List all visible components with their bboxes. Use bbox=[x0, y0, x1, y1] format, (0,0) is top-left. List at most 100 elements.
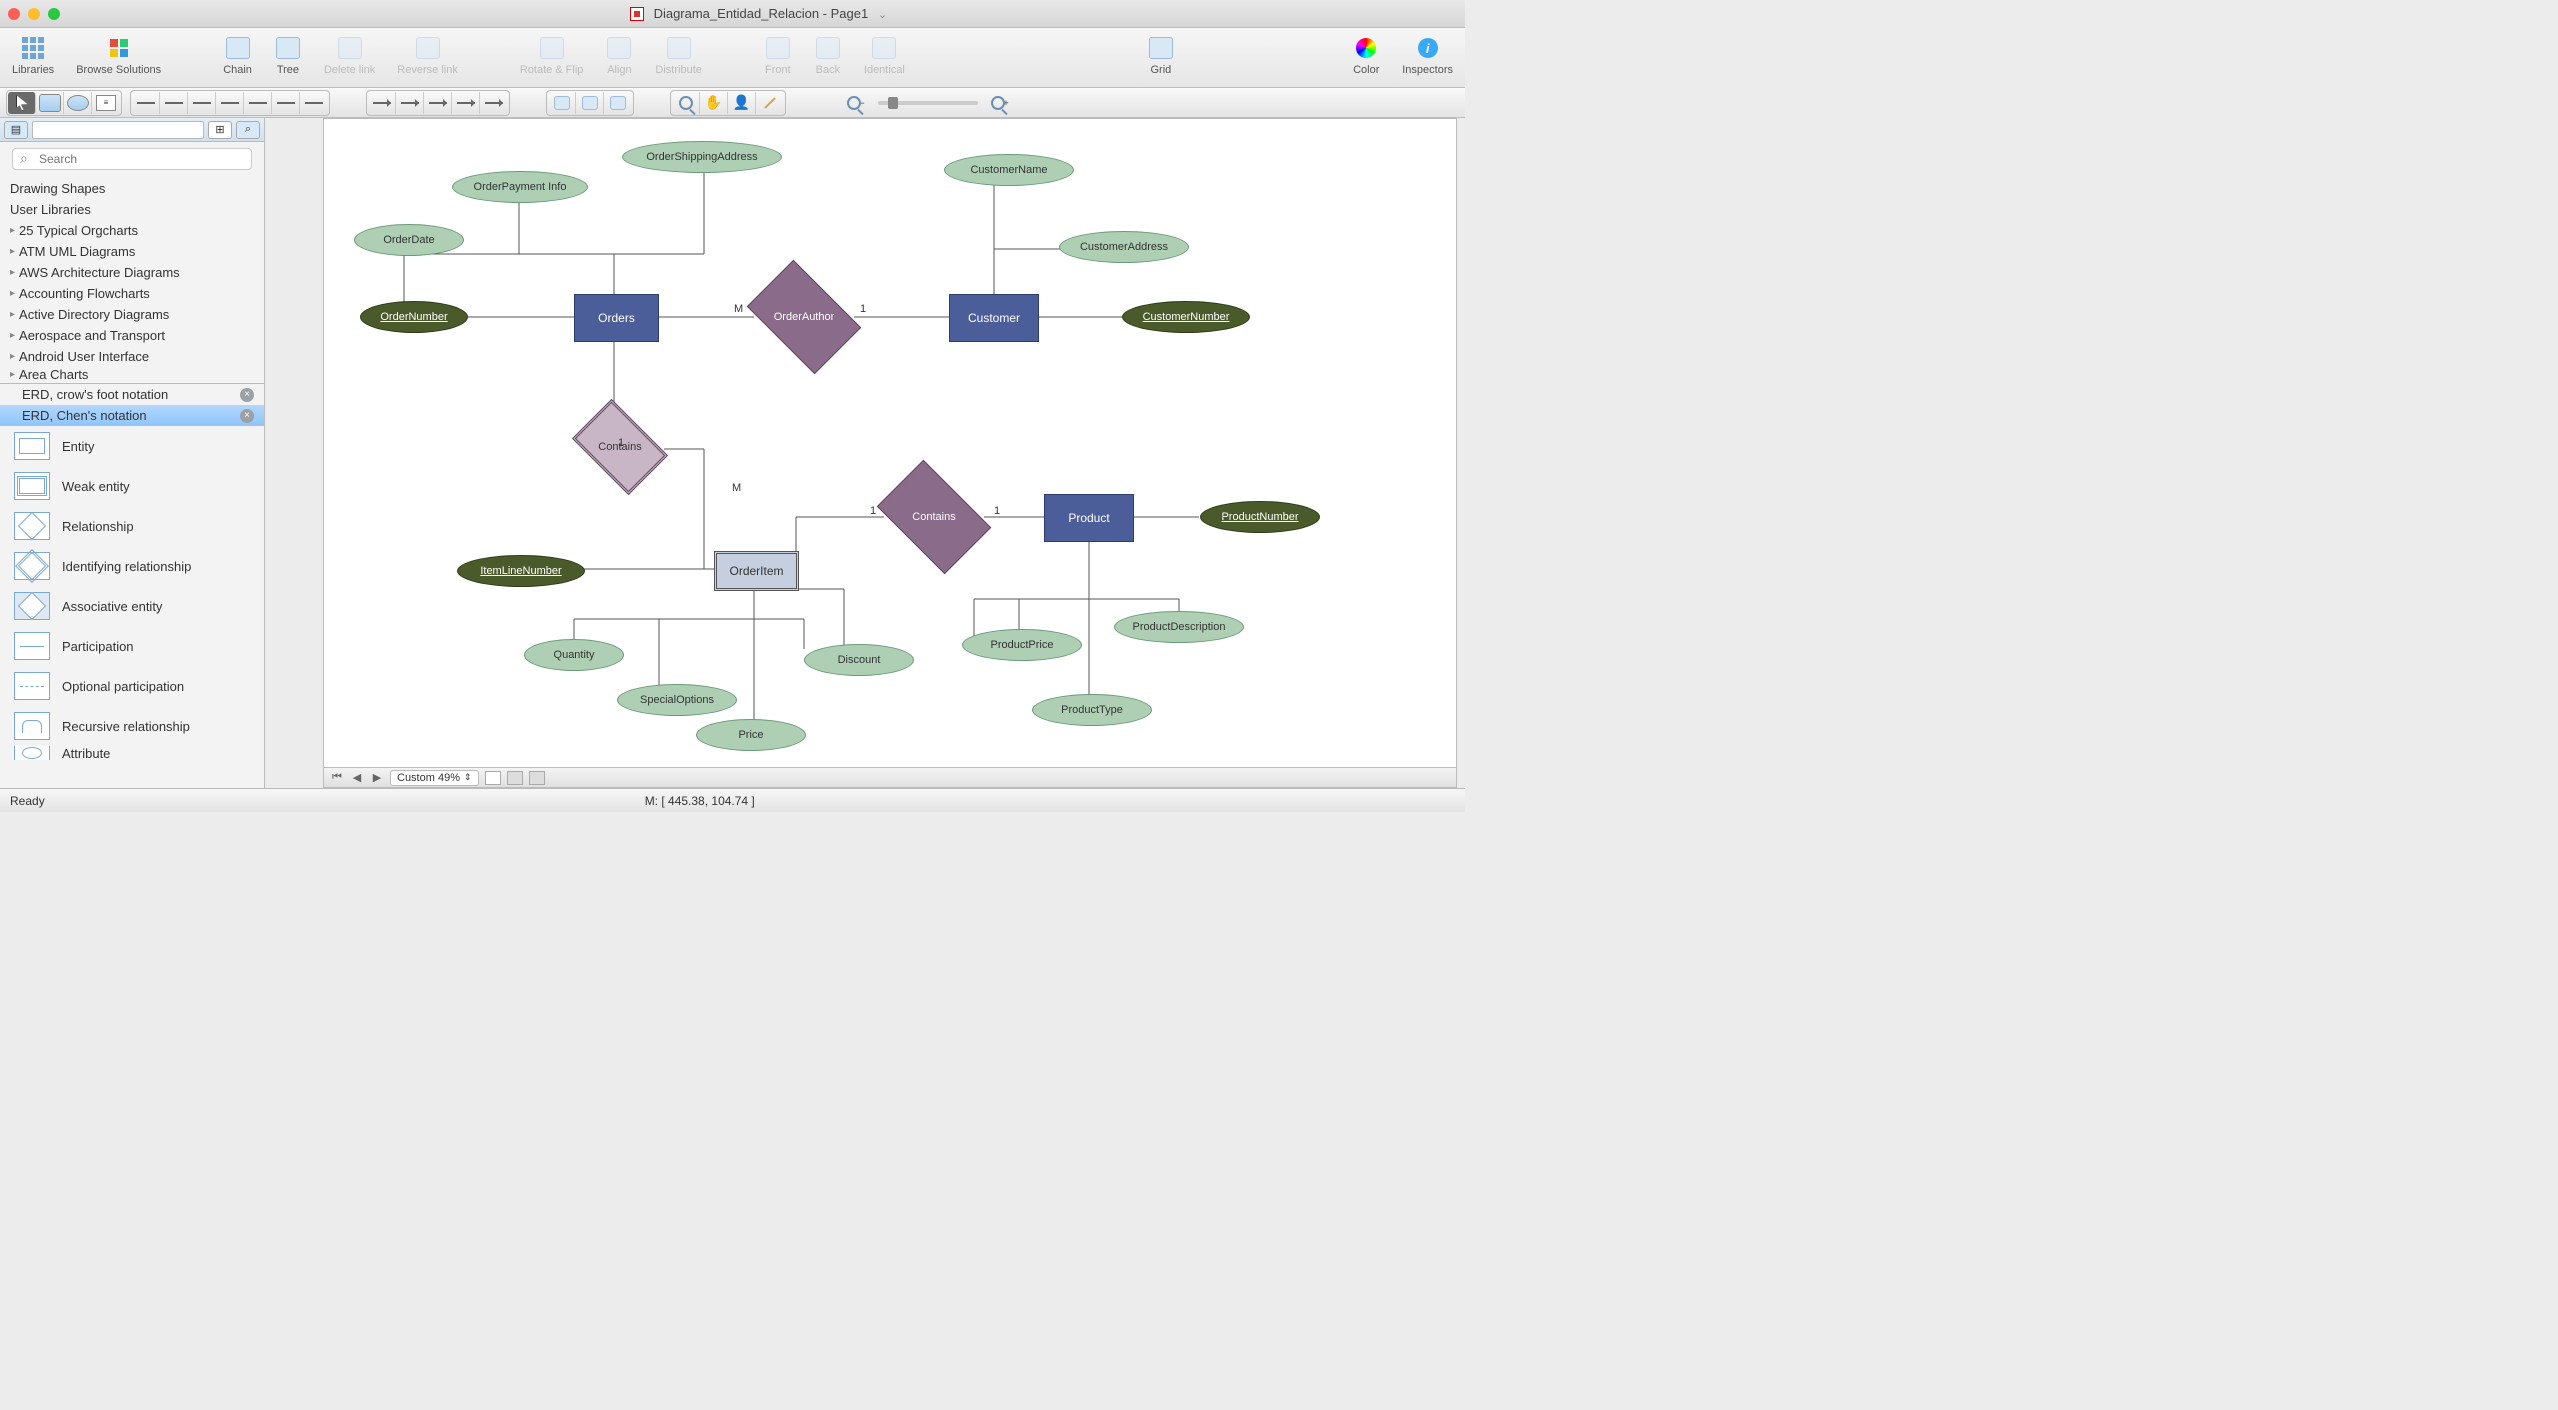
line-tool-1[interactable] bbox=[368, 92, 396, 114]
misc-tool-1[interactable] bbox=[548, 92, 576, 114]
line-tool-5[interactable] bbox=[480, 92, 508, 114]
sidebar-item-atm-uml[interactable]: ▸ATM UML Diagrams bbox=[0, 241, 264, 262]
line-tool-2[interactable] bbox=[396, 92, 424, 114]
zoom-slider[interactable] bbox=[878, 101, 978, 105]
page-next-button[interactable]: ▶ bbox=[370, 771, 384, 785]
connector-tool-3[interactable] bbox=[188, 92, 216, 114]
attr-product-number[interactable]: ProductNumber bbox=[1200, 501, 1320, 533]
attr-discount[interactable]: Discount bbox=[804, 644, 914, 676]
shape-weak-entity[interactable]: Weak entity bbox=[0, 466, 264, 506]
titlebar: Diagrama_Entidad_Relacion - Page1 ⌄ bbox=[0, 0, 1465, 28]
attr-product-description[interactable]: ProductDescription bbox=[1114, 611, 1244, 643]
ellipse-tool[interactable] bbox=[64, 92, 92, 114]
sidebar-item-aerospace[interactable]: ▸Aerospace and Transport bbox=[0, 325, 264, 346]
rel-orderauthor[interactable]: OrderAuthor bbox=[756, 284, 852, 350]
chevron-down-icon[interactable]: ⌄ bbox=[878, 8, 887, 21]
attr-order-shipping[interactable]: OrderShippingAddress bbox=[622, 141, 782, 173]
sidebar-item-drawing-shapes[interactable]: Drawing Shapes bbox=[0, 178, 264, 199]
connector-tool-2[interactable] bbox=[160, 92, 188, 114]
connector-tool-1[interactable] bbox=[132, 92, 160, 114]
shape-identifying-relationship[interactable]: Identifying relationship bbox=[0, 546, 264, 586]
connector-tool-7[interactable] bbox=[300, 92, 328, 114]
attr-orderdate[interactable]: OrderDate bbox=[354, 224, 464, 256]
line-tool-4[interactable] bbox=[452, 92, 480, 114]
color-button[interactable]: Color bbox=[1350, 32, 1382, 78]
shape-attribute[interactable]: Attribute bbox=[0, 746, 264, 760]
rect-tool[interactable] bbox=[36, 92, 64, 114]
attr-product-price[interactable]: ProductPrice bbox=[962, 629, 1082, 661]
rel-contains-right[interactable]: Contains bbox=[886, 484, 982, 550]
window-title: Diagrama_Entidad_Relacion - Page1 ⌄ bbox=[60, 6, 1457, 22]
attr-order-number[interactable]: OrderNumber bbox=[360, 301, 468, 333]
attr-product-type[interactable]: ProductType bbox=[1032, 694, 1152, 726]
zoom-in-icon[interactable]: + bbox=[986, 92, 1014, 114]
inspectors-button[interactable]: iInspectors bbox=[1400, 32, 1455, 78]
drawing-canvas[interactable]: Orders Customer Product OrderItem OrderA… bbox=[323, 118, 1457, 788]
close-icon[interactable]: × bbox=[240, 388, 254, 402]
attr-item-line[interactable]: ItemLineNumber bbox=[457, 555, 585, 587]
sidebar-grid-view[interactable]: ⊞ bbox=[208, 121, 232, 139]
zoom-out-icon[interactable]: − bbox=[842, 92, 870, 114]
shape-optional-participation[interactable]: Optional participation bbox=[0, 666, 264, 706]
page-first-button[interactable]: ⏮ bbox=[330, 771, 344, 785]
grid-button[interactable]: Grid bbox=[1145, 32, 1177, 78]
window-zoom-button[interactable] bbox=[48, 8, 60, 20]
shape-relationship[interactable]: Relationship bbox=[0, 506, 264, 546]
rel-contains-left[interactable]: Contains bbox=[580, 419, 660, 475]
close-icon[interactable]: × bbox=[240, 409, 254, 423]
libraries-button[interactable]: Libraries bbox=[10, 32, 56, 78]
pencil-tool[interactable] bbox=[756, 92, 784, 114]
attr-customer-address[interactable]: CustomerAddress bbox=[1059, 231, 1189, 263]
page-tab-2[interactable] bbox=[507, 771, 523, 785]
chain-button[interactable]: Chain bbox=[221, 32, 254, 78]
entity-product[interactable]: Product bbox=[1044, 494, 1134, 542]
sidebar-item-active-directory[interactable]: ▸Active Directory Diagrams bbox=[0, 304, 264, 325]
misc-tool-3[interactable] bbox=[604, 92, 632, 114]
misc-tool-2[interactable] bbox=[576, 92, 604, 114]
zoom-tool[interactable] bbox=[672, 92, 700, 114]
pan-tool[interactable]: ✋ bbox=[700, 92, 728, 114]
window-close-button[interactable] bbox=[8, 8, 20, 20]
library-tab-chen[interactable]: ERD, Chen's notation × bbox=[0, 405, 264, 426]
shape-entity[interactable]: Entity bbox=[0, 426, 264, 466]
sidebar-item-area-charts[interactable]: ▸Area Charts bbox=[0, 367, 264, 381]
card-label: M bbox=[734, 303, 743, 315]
attr-quantity[interactable]: Quantity bbox=[524, 639, 624, 671]
sidebar-item-aws[interactable]: ▸AWS Architecture Diagrams bbox=[0, 262, 264, 283]
shape-participation[interactable]: Participation bbox=[0, 626, 264, 666]
sidebar-item-user-libraries[interactable]: User Libraries bbox=[0, 199, 264, 220]
sidebar-view-toggle[interactable]: ▤ bbox=[4, 121, 28, 139]
connector-tool-4[interactable] bbox=[216, 92, 244, 114]
entity-orders[interactable]: Orders bbox=[574, 294, 659, 342]
shape-recursive[interactable]: Recursive relationship bbox=[0, 706, 264, 746]
sidebar-filter-input[interactable] bbox=[32, 121, 204, 139]
entity-customer[interactable]: Customer bbox=[949, 294, 1039, 342]
tree-button[interactable]: Tree bbox=[272, 32, 304, 78]
sidebar-item-android[interactable]: ▸Android User Interface bbox=[0, 346, 264, 367]
connector-tool-6[interactable] bbox=[272, 92, 300, 114]
attr-customer-name[interactable]: CustomerName bbox=[944, 154, 1074, 186]
document-icon bbox=[630, 7, 644, 21]
attr-price[interactable]: Price bbox=[696, 719, 806, 751]
connector-tool-5[interactable] bbox=[244, 92, 272, 114]
shape-associative-entity[interactable]: Associative entity bbox=[0, 586, 264, 626]
sidebar-item-orgcharts[interactable]: ▸25 Typical Orgcharts bbox=[0, 220, 264, 241]
page-tab-1[interactable] bbox=[485, 771, 501, 785]
window-minimize-button[interactable] bbox=[28, 8, 40, 20]
attr-order-payment[interactable]: OrderPayment Info bbox=[452, 171, 588, 203]
line-tool-3[interactable] bbox=[424, 92, 452, 114]
attr-customer-number[interactable]: CustomerNumber bbox=[1122, 301, 1250, 333]
browse-solutions-button[interactable]: Browse Solutions bbox=[74, 32, 163, 78]
page-tab-3[interactable] bbox=[529, 771, 545, 785]
zoom-select[interactable]: Custom 49%⇕ bbox=[390, 770, 479, 786]
library-search-input[interactable] bbox=[12, 148, 252, 170]
library-tab-crowfoot[interactable]: ERD, crow's foot notation × bbox=[0, 384, 264, 405]
entity-orderitem[interactable]: OrderItem bbox=[714, 551, 799, 591]
pointer-tool[interactable] bbox=[8, 92, 36, 114]
page-prev-button[interactable]: ◀ bbox=[350, 771, 364, 785]
sidebar-search-toggle[interactable]: ⌕ bbox=[236, 121, 260, 139]
sidebar-item-accounting[interactable]: ▸Accounting Flowcharts bbox=[0, 283, 264, 304]
attr-special-options[interactable]: SpecialOptions bbox=[617, 684, 737, 716]
text-tool[interactable]: ≡ bbox=[92, 92, 120, 114]
user-tool[interactable]: 👤 bbox=[728, 92, 756, 114]
